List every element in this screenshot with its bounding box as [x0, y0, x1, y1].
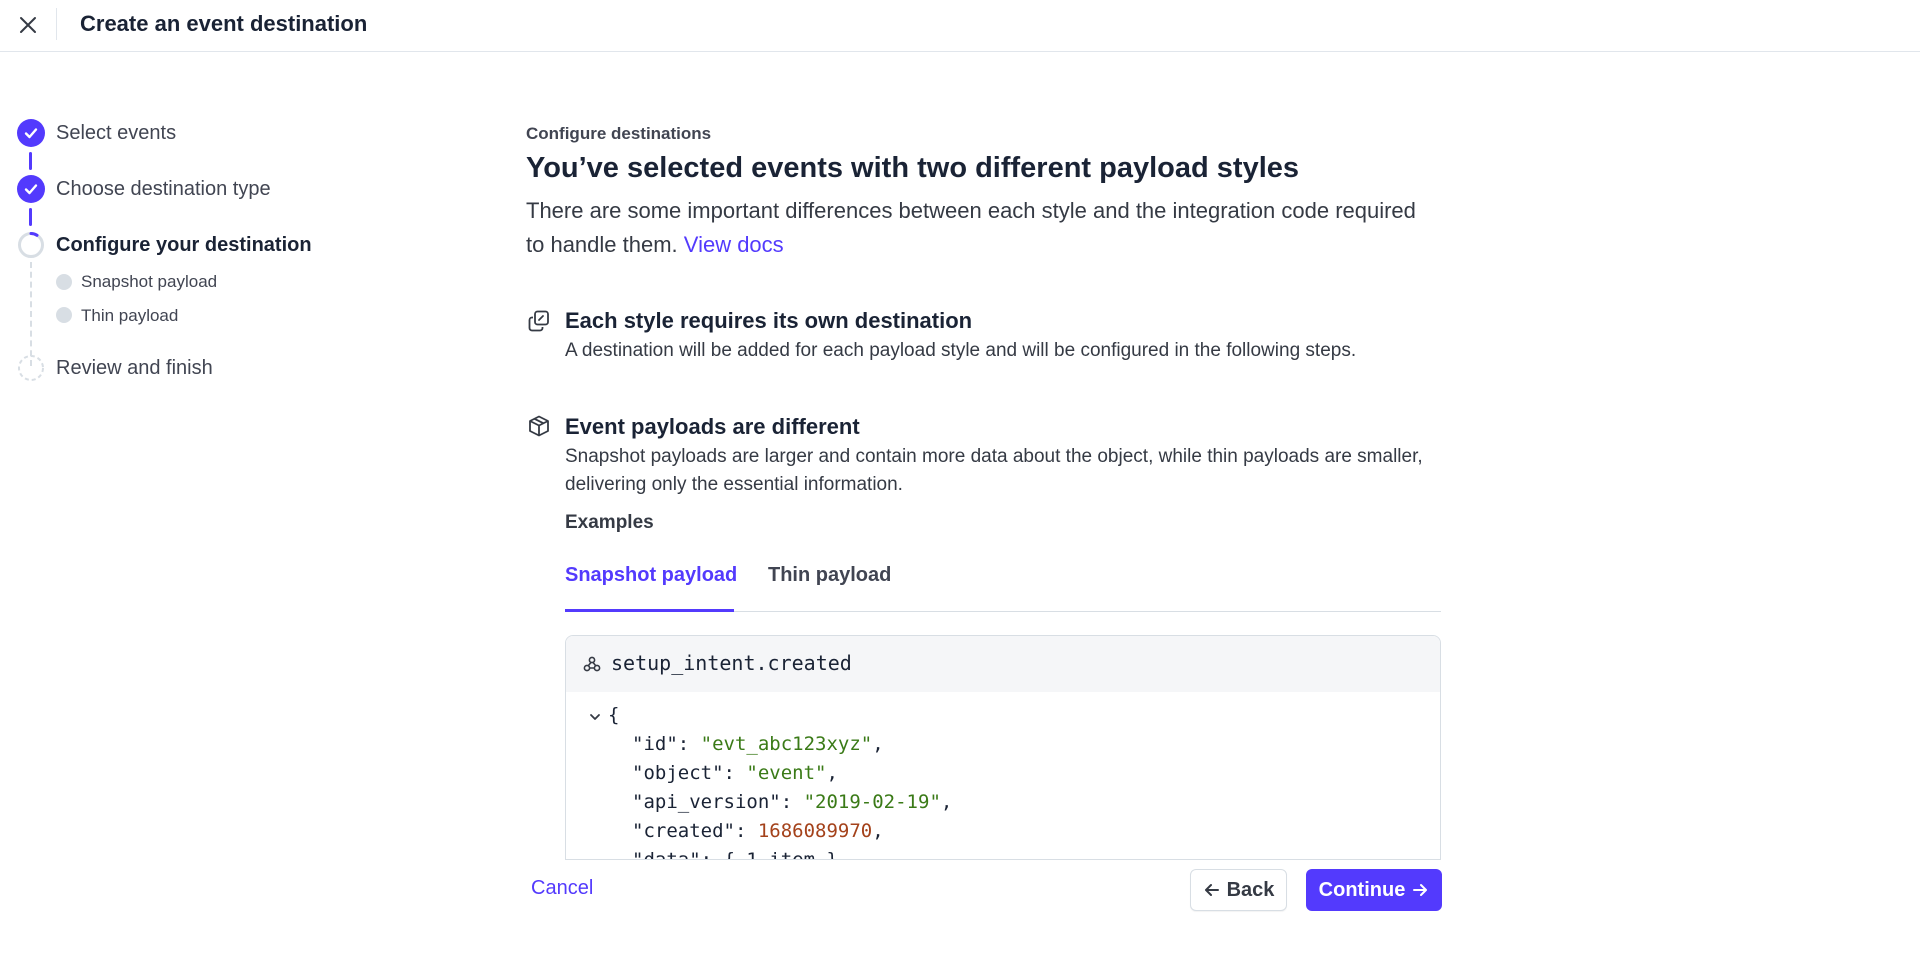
step-choose-destination-type[interactable]: Choose destination type — [56, 178, 271, 201]
step-connector — [29, 208, 32, 226]
step-complete-indicator — [17, 175, 45, 203]
chevron-down-icon[interactable] — [588, 710, 602, 724]
step-select-events[interactable]: Select events — [56, 122, 176, 145]
code-example-panel[interactable]: setup_intent.created { "id": "evt_abc123… — [565, 635, 1441, 860]
checkmark-icon — [24, 184, 38, 195]
json-key: "data" — [632, 849, 701, 860]
top-bar-divider — [56, 8, 57, 40]
step-active-indicator — [18, 232, 44, 258]
code-line: "id": "evt_abc123xyz", — [632, 733, 884, 755]
step-connector-dashed — [30, 262, 32, 366]
substep-thin-payload: Thin payload — [81, 306, 179, 325]
step-complete-indicator — [17, 119, 45, 147]
continue-button[interactable]: Continue — [1306, 869, 1442, 911]
json-value-string: "event" — [746, 762, 827, 784]
back-button-label: Back — [1226, 878, 1275, 901]
section-desc-own-destination: A destination will be added for each pay… — [565, 340, 1357, 361]
payload-tabs: Snapshot payload Thin payload — [565, 556, 1441, 612]
active-tab-indicator — [565, 609, 734, 612]
intro-body: There are some important differences bet… — [526, 198, 1416, 257]
substep-snapshot-payload: Snapshot payload — [81, 272, 218, 291]
code-line: "created": 1686089970, — [632, 820, 884, 842]
section-title-payloads-different: Event payloads are different — [565, 414, 860, 439]
step-upcoming-indicator — [18, 355, 44, 381]
intro-text: There are some important differences bet… — [526, 194, 1426, 262]
json-value-number: 1686089970 — [757, 820, 873, 842]
section-title-own-destination: Each style requires its own destination — [565, 308, 973, 333]
json-collapsed-value: { 1 item } — [723, 849, 838, 860]
close-icon — [20, 17, 36, 33]
tab-snapshot-payload[interactable]: Snapshot payload — [565, 564, 737, 587]
tab-thin-payload[interactable]: Thin payload — [768, 564, 891, 587]
json-key: "object" — [632, 762, 724, 784]
close-button[interactable] — [12, 9, 44, 41]
main-heading: You’ve selected events with two differen… — [526, 152, 1300, 184]
event-name: setup_intent.created — [611, 651, 852, 675]
page-title: Create an event destination — [80, 11, 368, 36]
code-line: "object": "event", — [632, 762, 838, 784]
examples-label: Examples — [565, 512, 654, 533]
json-key: "id" — [632, 733, 678, 755]
arrow-right-icon — [1413, 884, 1428, 896]
substep-indicator — [56, 307, 72, 323]
cancel-button[interactable]: Cancel — [531, 877, 593, 900]
code-open-brace: { — [608, 704, 620, 726]
section-desc-payloads-different: Snapshot payloads are larger and contain… — [565, 446, 1423, 495]
code-line: "api_version": "2019-02-19", — [632, 791, 953, 813]
code-header: setup_intent.created — [566, 636, 1440, 692]
json-value-string: "evt_abc123xyz" — [700, 733, 873, 755]
section-eyebrow: Configure destinations — [526, 124, 712, 143]
step-review-and-finish: Review and finish — [56, 357, 213, 379]
view-docs-link[interactable]: View docs — [684, 232, 784, 257]
checkmark-icon — [24, 128, 38, 139]
substep-indicator — [56, 274, 72, 290]
code-line-collapsed[interactable]: "data": { 1 item } — [632, 846, 838, 860]
copy-icon — [528, 310, 549, 332]
json-key: "created" — [632, 820, 735, 842]
continue-button-label: Continue — [1318, 878, 1406, 901]
arrow-left-icon — [1204, 884, 1219, 896]
json-key: "api_version" — [632, 791, 781, 813]
webhook-icon — [583, 656, 601, 672]
top-bar: Create an event destination — [0, 0, 1920, 52]
json-value-string: "2019-02-19" — [803, 791, 941, 813]
step-connector — [29, 152, 32, 170]
step-configure-destination: Configure your destination — [56, 234, 312, 256]
box-icon — [529, 415, 549, 437]
back-button[interactable]: Back — [1190, 869, 1287, 911]
